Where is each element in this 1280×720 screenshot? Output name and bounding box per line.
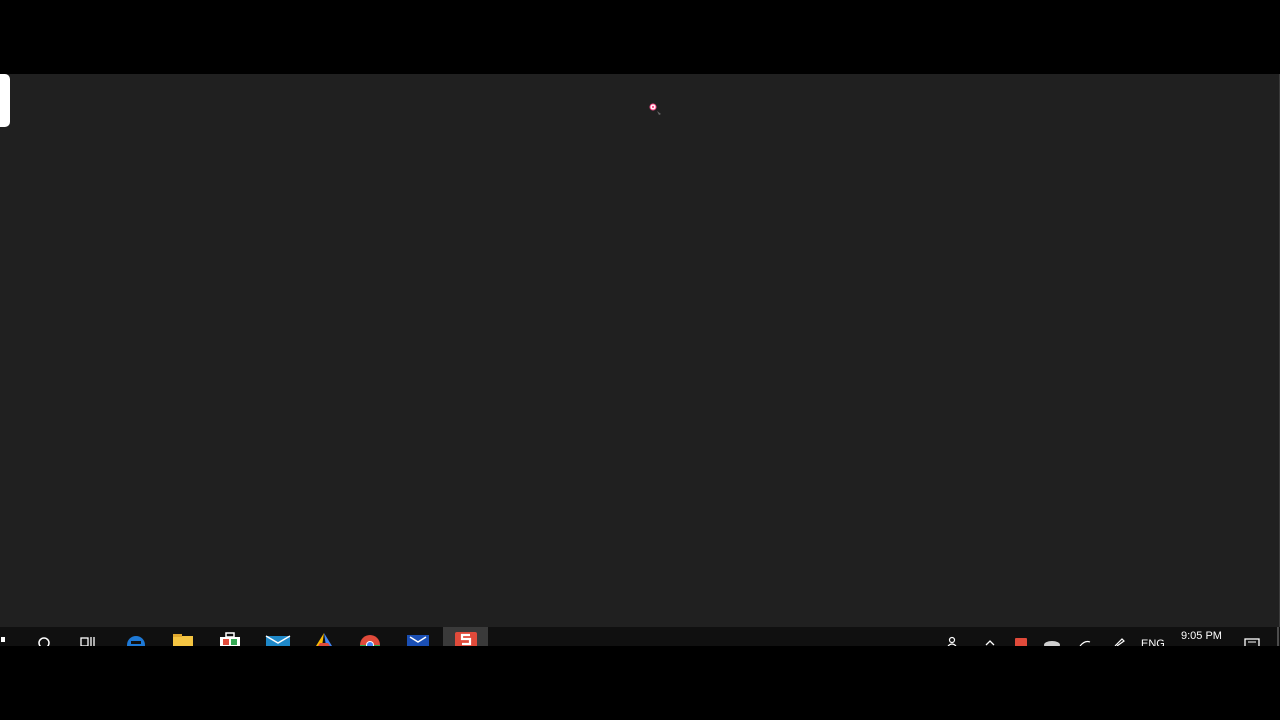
red-s-app-icon[interactable]	[443, 627, 488, 646]
cloud-icon[interactable]	[1040, 627, 1064, 646]
edge-browser-icon[interactable]	[122, 627, 150, 646]
action-center-icon[interactable]	[1240, 627, 1264, 646]
store-bag-icon[interactable]	[216, 627, 244, 646]
drive-icon[interactable]	[310, 627, 338, 646]
folder-icon[interactable]	[168, 627, 198, 646]
clock-time[interactable]: 9:05 PM	[1181, 630, 1222, 642]
tray-red-s-app-icon[interactable]	[1010, 627, 1032, 646]
chrome-icon[interactable]	[356, 627, 384, 646]
busy-cursor-icon	[649, 103, 663, 117]
video-frame: ENG 9:05 PM	[0, 0, 1280, 720]
wifi-icon[interactable]	[1074, 627, 1096, 646]
desktop-area[interactable]	[0, 74, 1280, 627]
windows-start-icon[interactable]	[0, 627, 8, 646]
edge-side-panel[interactable]	[0, 74, 10, 127]
language-indicator[interactable]: ENG	[1141, 638, 1165, 646]
task-view-icon[interactable]	[74, 627, 102, 646]
people-icon[interactable]	[940, 627, 964, 646]
search-icon[interactable]	[30, 627, 58, 646]
chevron-up-icon[interactable]	[980, 627, 1000, 646]
pen-icon[interactable]	[1108, 627, 1130, 646]
taskbar: ENG 9:05 PM	[0, 627, 1280, 646]
blue-app-icon[interactable]	[404, 627, 432, 646]
mail-icon[interactable]	[262, 627, 294, 646]
